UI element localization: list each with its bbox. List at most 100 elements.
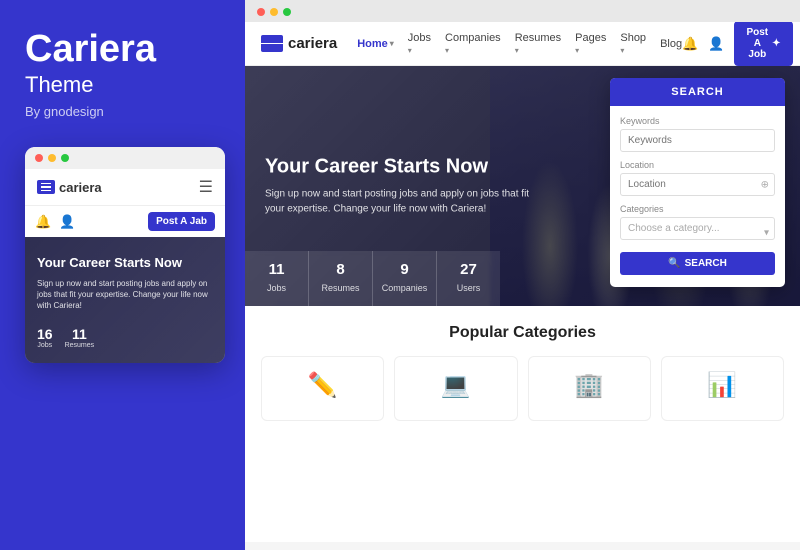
hero-resumes-num: 8	[314, 261, 367, 278]
categories-title: Popular Categories	[261, 324, 784, 342]
nav-blog-label: Blog	[660, 38, 682, 50]
search-body: Keywords Location ⊕ Categories Choose a …	[610, 106, 785, 287]
category-card-finance[interactable]: 📊	[661, 356, 784, 421]
nav-link-companies[interactable]: Companies ▾	[445, 32, 501, 56]
hero-text: Your Career Starts Now Sign up now and s…	[265, 156, 545, 217]
nav-link-blog[interactable]: Blog	[660, 38, 682, 50]
search-box: SEARCH Keywords Location ⊕ Categories Ch…	[610, 78, 785, 287]
mobile-titlebar	[25, 147, 225, 169]
nav-pages-label: Pages	[575, 32, 606, 44]
mobile-preview-card: cariera ☰ 🔔 👤 Post A Jab Your Career Sta…	[25, 147, 225, 363]
desktop-post-job-button[interactable]: Post A Job ✦	[734, 22, 792, 66]
desktop-nav: cariera Home ▾ Jobs ▾ Companies ▾ Resume…	[245, 22, 800, 66]
location-input[interactable]	[620, 173, 775, 196]
keywords-label: Keywords	[620, 116, 775, 126]
nav-shop-label: Shop	[620, 32, 646, 44]
nav-home-label: Home	[357, 38, 388, 50]
categories-select-wrapper: Choose a category...	[620, 217, 775, 248]
tech-icon: 💻	[403, 371, 508, 400]
titlebar-dot-yellow	[48, 154, 56, 162]
hero-companies-label: Companies	[382, 283, 428, 293]
mobile-navbar: cariera ☰	[25, 169, 225, 206]
nav-link-home[interactable]: Home ▾	[357, 38, 394, 50]
finance-icon: 📊	[670, 371, 775, 400]
nav-jobs-chevron: ▾	[408, 46, 412, 55]
browser-content: cariera Home ▾ Jobs ▾ Companies ▾ Resume…	[245, 22, 800, 542]
mobile-resumes-label: Resumes	[65, 342, 95, 349]
nav-shop-chevron: ▾	[620, 46, 624, 55]
location-label: Location	[620, 160, 775, 170]
category-card-business[interactable]: 🏢	[528, 356, 651, 421]
browser-dot-yellow	[270, 8, 278, 16]
mobile-stat-jobs: 16 Jobs	[37, 326, 53, 349]
mobile-post-job-button[interactable]: Post A Jab	[148, 212, 215, 231]
post-job-icon: ✦	[772, 38, 780, 49]
hero-stat-users: 27 Users	[437, 251, 500, 306]
desktop-logo: cariera	[261, 35, 337, 52]
categories-label: Categories	[620, 204, 775, 214]
keywords-input[interactable]	[620, 129, 775, 152]
mobile-resumes-count: 11	[65, 326, 95, 342]
categories-grid: ✏️ 💻 🏢 📊	[261, 356, 784, 421]
nav-user-icon[interactable]: 👤	[708, 36, 724, 52]
desktop-nav-links: Home ▾ Jobs ▾ Companies ▾ Resumes ▾ Page…	[357, 32, 682, 56]
nav-companies-chevron: ▾	[445, 46, 449, 55]
hero-stats: 11 Jobs 8 Resumes 9 Companies 27 Users	[245, 251, 500, 306]
logo-icon	[37, 180, 55, 194]
nav-jobs-label: Jobs	[408, 32, 431, 44]
categories-select[interactable]: Choose a category...	[620, 217, 775, 240]
mobile-hero-desc: Sign up now and start posting jobs and a…	[37, 278, 213, 312]
hero-companies-num: 9	[378, 261, 431, 278]
user-icon: 👤	[59, 214, 75, 230]
desktop-logo-icon	[261, 35, 283, 52]
mobile-action-bar: 🔔 👤 Post A Jab	[25, 206, 225, 237]
search-header: SEARCH	[610, 78, 785, 106]
hero-title: Your Career Starts Now	[265, 156, 545, 179]
titlebar-dot-green	[61, 154, 69, 162]
browser-dot-green	[283, 8, 291, 16]
nav-link-shop[interactable]: Shop ▾	[620, 32, 646, 56]
hero-users-label: Users	[457, 283, 481, 293]
browser-chrome	[245, 0, 800, 22]
search-button[interactable]: 🔍 SEARCH	[620, 252, 775, 275]
mobile-hero: Your Career Starts Now Sign up now and s…	[25, 237, 225, 363]
desktop-post-job-label: Post A Job	[746, 27, 768, 60]
category-card-tech[interactable]: 💻	[394, 356, 517, 421]
category-card-design[interactable]: ✏️	[261, 356, 384, 421]
hero-users-num: 27	[442, 261, 495, 278]
nav-companies-label: Companies	[445, 32, 501, 44]
nav-link-resumes[interactable]: Resumes ▾	[515, 32, 561, 56]
nav-link-jobs[interactable]: Jobs ▾	[408, 32, 431, 56]
business-icon: 🏢	[537, 371, 642, 400]
hero-stat-companies: 9 Companies	[373, 251, 437, 306]
nav-pages-chevron: ▾	[575, 46, 579, 55]
design-icon: ✏️	[270, 371, 375, 400]
mobile-hero-title: Your Career Starts Now	[37, 255, 213, 270]
nav-home-chevron: ▾	[390, 39, 394, 48]
location-field-row: ⊕	[620, 173, 775, 196]
location-icon: ⊕	[761, 179, 769, 190]
browser-dot-red	[257, 8, 265, 16]
hero-stat-jobs: 11 Jobs	[245, 251, 309, 306]
categories-section: Popular Categories ✏️ 💻 🏢 📊	[245, 306, 800, 431]
nav-resumes-chevron: ▾	[515, 46, 519, 55]
hero-jobs-num: 11	[250, 261, 303, 278]
desktop-logo-text: cariera	[288, 35, 337, 52]
search-icon: 🔍	[668, 258, 680, 269]
left-panel: Cariera Theme By gnodesign cariera ☰ 🔔	[0, 0, 245, 550]
nav-bell-icon[interactable]: 🔔	[682, 36, 698, 52]
hamburger-icon[interactable]: ☰	[199, 177, 213, 197]
nav-resumes-label: Resumes	[515, 32, 561, 44]
brand-subtitle: Theme	[25, 72, 220, 98]
mobile-logo-text: cariera	[59, 180, 102, 195]
mobile-logo: cariera	[37, 180, 102, 195]
brand-title: Cariera	[25, 30, 220, 68]
mobile-jobs-label: Jobs	[37, 342, 53, 349]
brand-author: By gnodesign	[25, 104, 220, 119]
hero-jobs-label: Jobs	[267, 283, 286, 293]
hero-resumes-label: Resumes	[321, 283, 359, 293]
mobile-stats: 16 Jobs 11 Resumes	[37, 326, 213, 349]
nav-right: 🔔 👤 Post A Job ✦	[682, 22, 792, 66]
mobile-jobs-count: 16	[37, 326, 53, 342]
nav-link-pages[interactable]: Pages ▾	[575, 32, 606, 56]
